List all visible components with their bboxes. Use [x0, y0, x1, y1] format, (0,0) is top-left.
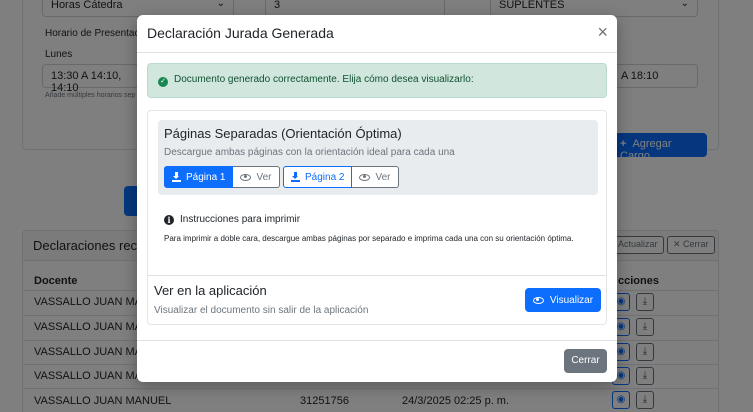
- eye-icon: [359, 173, 371, 181]
- visualize-button[interactable]: Visualizar: [525, 288, 601, 312]
- pages-subtitle: Descargue ambas páginas con la orientaci…: [164, 147, 455, 158]
- instructions-title: Instrucciones para imprimir: [180, 214, 301, 225]
- section-divider: [148, 275, 606, 276]
- close-icon[interactable]: ×: [597, 23, 608, 41]
- modal-title: Declaración Jurada Generada: [147, 25, 334, 41]
- check-circle-icon: ✓: [158, 77, 168, 87]
- view-page1-button[interactable]: Ver: [233, 166, 280, 188]
- view-page2-button[interactable]: Ver: [352, 166, 399, 188]
- download-page2-button[interactable]: Página 2: [283, 166, 353, 188]
- instructions-text: Para imprimir a doble cara, descargue am…: [164, 234, 574, 243]
- download-icon: [291, 172, 300, 182]
- close-modal-button[interactable]: Cerrar: [564, 349, 607, 373]
- download-page1-button[interactable]: Página 1: [164, 166, 234, 188]
- info-icon: i: [164, 214, 174, 225]
- visualize-label: Visualizar: [549, 294, 594, 306]
- eye-icon: [532, 296, 544, 304]
- view-in-app-subtitle: Visualizar el documento sin salir de la …: [154, 305, 369, 316]
- modal-header: Declaración Jurada Generada ×: [137, 15, 617, 53]
- view-in-app-title: Ver en la aplicación: [154, 283, 267, 298]
- page1-label: Página 1: [186, 171, 226, 183]
- pages-title: Páginas Separadas (Orientación Óptima): [164, 126, 402, 141]
- eye-icon: [240, 173, 252, 181]
- print-instructions: i Instrucciones para imprimir Para impri…: [164, 214, 594, 245]
- download-icon: [172, 172, 181, 182]
- page2-button-group: Página 2 Ver: [283, 166, 399, 188]
- instructions-heading: i Instrucciones para imprimir: [164, 214, 594, 225]
- page1-button-group: Página 1 Ver: [164, 166, 280, 188]
- declaration-modal: Declaración Jurada Generada × ✓ Documento…: [137, 15, 617, 382]
- modal-footer-divider: [137, 340, 617, 341]
- success-alert: ✓ Documento generado correctamente. Elija…: [147, 63, 607, 98]
- alert-text: Documento generado correctamente. Elija …: [174, 74, 474, 85]
- options-panel: Páginas Separadas (Orientación Óptima) D…: [147, 110, 607, 325]
- page2-label: Página 2: [305, 171, 345, 183]
- view-page2-label: Ver: [375, 171, 391, 183]
- separate-pages-section: Páginas Separadas (Orientación Óptima) D…: [158, 120, 598, 195]
- view-page1-label: Ver: [256, 171, 272, 183]
